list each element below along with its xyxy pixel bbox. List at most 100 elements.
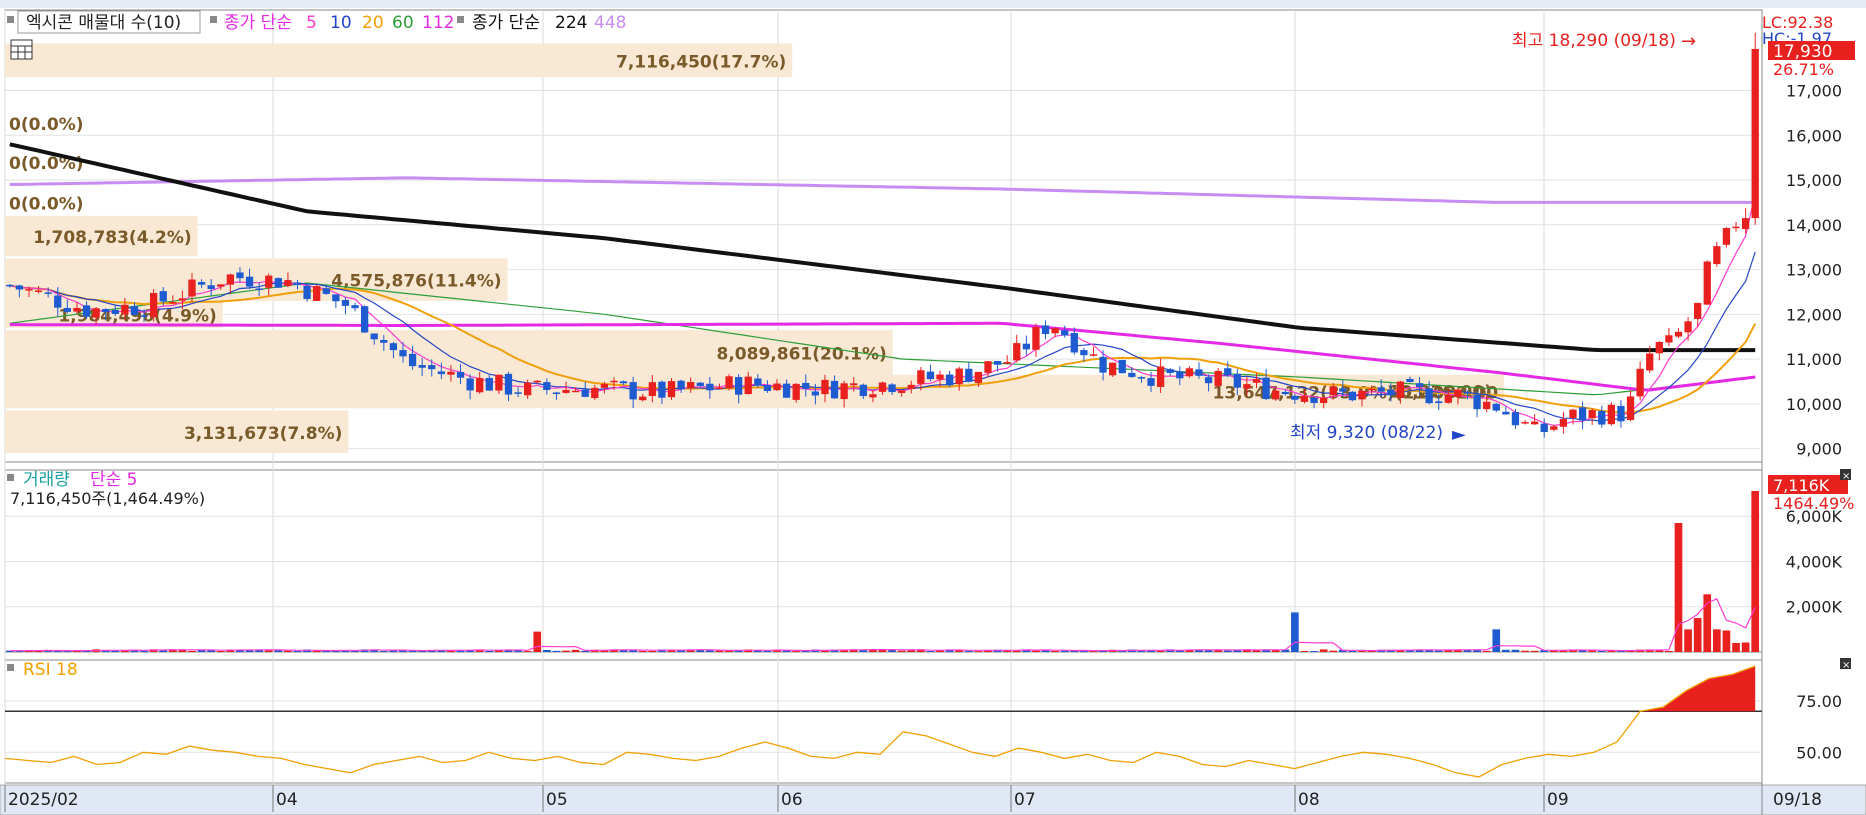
- volume-bar: [964, 650, 973, 652]
- volume-bar: [1300, 651, 1309, 652]
- volume-bar: [686, 650, 695, 652]
- x-tick-label: 2025/02: [8, 790, 79, 810]
- high-marker: 최고 18,290 (09/18): [1512, 31, 1676, 51]
- calculator-icon[interactable]: [10, 39, 33, 60]
- legend: 엑시콘 매물대 수(10) 종가 단순 5 10 20 60 112 종가 단순…: [7, 10, 626, 34]
- candle-body: [648, 382, 656, 396]
- candle-body: [1041, 325, 1050, 335]
- candle-body: [581, 389, 589, 397]
- volume-close-icon[interactable]: ×: [1840, 469, 1851, 482]
- vol-pct: 1464.49%: [1773, 494, 1854, 513]
- candle-body: [687, 382, 695, 389]
- candle-body: [639, 396, 647, 401]
- candle-body: [984, 361, 992, 373]
- volume-bar: [648, 650, 657, 652]
- profile-label: 0(0.0%): [9, 194, 84, 214]
- candle-body: [926, 371, 935, 380]
- candle-body: [476, 378, 484, 393]
- profile-label: 3,131,673(7.8%): [184, 424, 342, 444]
- volume-bar: [1118, 651, 1127, 652]
- volume-bar: [1310, 651, 1318, 652]
- volume-bar: [379, 651, 388, 652]
- candle-body: [782, 383, 791, 398]
- candle-body: [859, 384, 867, 397]
- candle-body: [1713, 246, 1721, 265]
- legend-main-label: 엑시콘 매물대 수(10): [26, 13, 181, 33]
- candle-body: [1339, 388, 1347, 392]
- candle-body: [1483, 401, 1491, 410]
- candle-body: [1061, 330, 1069, 336]
- volume-bar: [1617, 651, 1625, 652]
- rsi-close-icon[interactable]: ×: [1840, 658, 1851, 671]
- candle-body: [437, 371, 445, 375]
- candle-body: [360, 306, 369, 333]
- candle-body: [265, 275, 273, 288]
- candle-body: [1569, 409, 1577, 418]
- volume-bar: [523, 651, 532, 652]
- candle-body: [150, 292, 158, 318]
- candle-body: [188, 279, 196, 297]
- price-tick-label: 16,000: [1786, 126, 1842, 145]
- candle-body: [1722, 228, 1731, 245]
- legend-ma112: 112: [422, 13, 454, 33]
- profile-label: 7,116,450(17.7%): [616, 52, 786, 72]
- legend-ma10: 10: [330, 13, 352, 33]
- volume-bar: [543, 649, 551, 652]
- candle-body: [332, 294, 340, 302]
- candle-body: [25, 289, 33, 291]
- candle-body: [370, 333, 378, 340]
- candle-body: [1684, 321, 1692, 333]
- volume-bar: [284, 650, 292, 652]
- candle-body: [1703, 261, 1711, 305]
- candle-body: [1454, 389, 1462, 398]
- candle-body: [1080, 350, 1088, 356]
- candle-body: [571, 390, 580, 393]
- low-arrow-icon: ►: [1452, 424, 1466, 445]
- candle-body: [974, 371, 983, 383]
- candle-body: [993, 360, 1002, 365]
- candle-body: [1262, 377, 1270, 400]
- candle-body: [44, 292, 52, 294]
- candle-body: [840, 383, 848, 400]
- candle-body: [274, 278, 282, 288]
- legend-ma-prefix: 종가 단순: [224, 13, 292, 33]
- volume-bar: [1358, 651, 1366, 652]
- volume-bar: [1597, 650, 1606, 652]
- candle-body: [1272, 390, 1280, 400]
- candle-body: [715, 387, 724, 390]
- legend-ma-long-prefix: 종가 단순: [472, 13, 540, 33]
- candle-body: [399, 350, 407, 357]
- candle-body: [1694, 302, 1702, 320]
- stock-chart[interactable]: 7,116,450(17.7%)0(0.0%)0(0.0%)0(0.0%)1,7…: [0, 0, 1866, 815]
- top-strip: [0, 0, 1866, 8]
- candle-body: [341, 299, 350, 306]
- volume-bar: [1521, 650, 1529, 652]
- candle-body: [1281, 391, 1289, 395]
- legend-toggle-box[interactable]: [7, 16, 14, 23]
- candle-body: [1147, 378, 1155, 386]
- volume-bar: [562, 650, 570, 652]
- candle-body: [1655, 341, 1663, 354]
- volume-bar: [1665, 650, 1673, 652]
- price-tick-label: 10,000: [1786, 395, 1842, 414]
- candle-body: [1233, 373, 1241, 388]
- candle-body: [696, 382, 704, 387]
- legend-ma-long-box: [457, 16, 464, 23]
- candle-body: [955, 368, 963, 385]
- svg-text:×: ×: [1842, 471, 1850, 482]
- candle-body: [380, 339, 388, 343]
- candle-body: [255, 288, 263, 290]
- candle-body: [936, 374, 944, 380]
- low-marker: 최저 9,320 (08/22): [1290, 423, 1443, 443]
- candle-body: [1329, 386, 1337, 396]
- candle-body: [830, 380, 839, 399]
- x-tick-label: 09: [1547, 790, 1569, 810]
- volume-bar: [974, 651, 983, 652]
- candle-body: [706, 383, 714, 391]
- candle-body: [1156, 366, 1165, 387]
- candle-body: [466, 378, 474, 391]
- price-tick-label: 12,000: [1786, 305, 1842, 324]
- candle-body: [1617, 405, 1625, 422]
- x-tick-label: 06: [781, 790, 803, 810]
- candle-body: [504, 373, 513, 395]
